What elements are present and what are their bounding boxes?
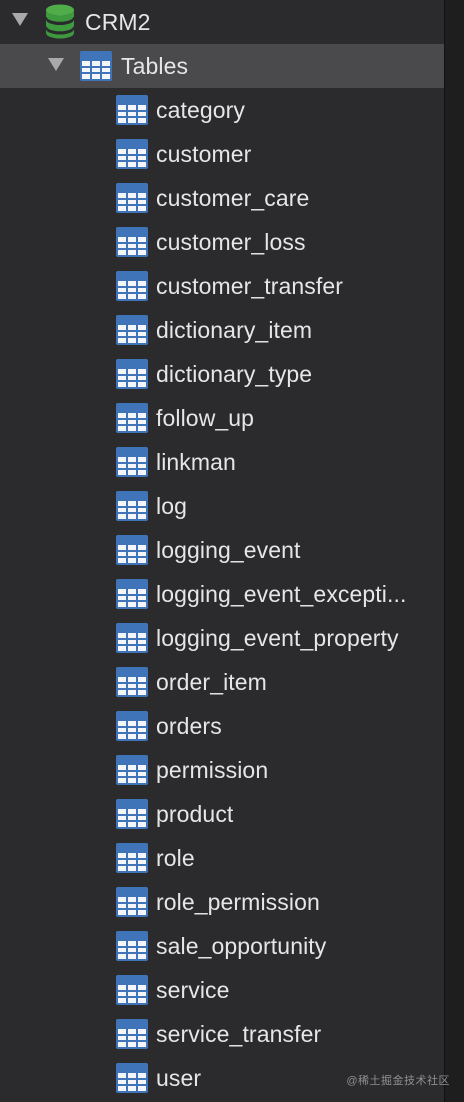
- table-icon: [116, 447, 148, 477]
- table-node[interactable]: customer_care: [0, 176, 444, 220]
- table-node[interactable]: customer_transfer: [0, 264, 444, 308]
- table-node[interactable]: customer: [0, 132, 444, 176]
- table-node[interactable]: follow_up: [0, 396, 444, 440]
- table-node[interactable]: linkman: [0, 440, 444, 484]
- table-icon: [116, 1019, 148, 1049]
- table-icon: [116, 1063, 148, 1093]
- table-node[interactable]: orders: [0, 704, 444, 748]
- table-icon: [116, 271, 148, 301]
- table-icon: [116, 359, 148, 389]
- table-icon: [116, 139, 148, 169]
- table-name: permission: [156, 757, 269, 783]
- disclosure-triangle-icon[interactable]: [12, 13, 28, 26]
- table-name: logging_event_property: [156, 625, 399, 651]
- table-name: customer_loss: [156, 229, 306, 255]
- table-node[interactable]: product: [0, 792, 444, 836]
- table-name: orders: [156, 713, 222, 739]
- table-icon: [116, 535, 148, 565]
- database-name: CRM2: [85, 9, 151, 35]
- table-name: role: [156, 845, 195, 871]
- table-name: sale_opportunity: [156, 933, 327, 959]
- table-icon: [116, 667, 148, 697]
- table-node[interactable]: customer_loss: [0, 220, 444, 264]
- table-icon: [116, 887, 148, 917]
- watermark: @稀土掘金技术社区: [346, 1075, 450, 1087]
- table-icon: [116, 975, 148, 1005]
- table-name: user: [156, 1065, 202, 1091]
- table-node[interactable]: order_item: [0, 660, 444, 704]
- table-icon: [116, 711, 148, 741]
- tables-group-node[interactable]: Tables: [0, 44, 444, 88]
- table-icon: [116, 315, 148, 345]
- table-name: customer_care: [156, 185, 310, 211]
- table-node[interactable]: permission: [0, 748, 444, 792]
- table-name: log: [156, 493, 187, 519]
- table-name: logging_event_excepti...: [156, 581, 407, 607]
- table-name: dictionary_item: [156, 317, 313, 343]
- table-name: logging_event: [156, 537, 301, 563]
- table-icon: [116, 931, 148, 961]
- tables-group-label: Tables: [121, 53, 189, 79]
- table-icon: [116, 623, 148, 653]
- table-name: customer: [156, 141, 252, 167]
- table-icon: [116, 755, 148, 785]
- table-name: role_permission: [156, 889, 320, 915]
- table-name: follow_up: [156, 405, 255, 431]
- table-name: category: [156, 97, 246, 123]
- table-name: dictionary_type: [156, 361, 313, 387]
- table-icon: [116, 491, 148, 521]
- table-node[interactable]: log: [0, 484, 444, 528]
- table-node[interactable]: service_transfer: [0, 1012, 444, 1056]
- table-name: product: [156, 801, 234, 827]
- table-icon: [116, 843, 148, 873]
- database-node-crm2[interactable]: CRM2: [0, 0, 444, 44]
- table-node[interactable]: sale_opportunity: [0, 924, 444, 968]
- table-node[interactable]: logging_event_property: [0, 616, 444, 660]
- editor-pane-edge: [444, 0, 464, 1102]
- table-name: order_item: [156, 669, 267, 695]
- object-tree: CRM2 Tables category customer customer_car…: [0, 0, 444, 1102]
- table-node[interactable]: role_permission: [0, 880, 444, 924]
- table-icon: [116, 579, 148, 609]
- table-name: linkman: [156, 449, 236, 475]
- table-node[interactable]: dictionary_type: [0, 352, 444, 396]
- table-node[interactable]: dictionary_item: [0, 308, 444, 352]
- table-node[interactable]: service: [0, 968, 444, 1012]
- table-icon: [80, 51, 112, 81]
- table-name: customer_transfer: [156, 273, 344, 299]
- table-name: service: [156, 977, 230, 1003]
- database-icon: [45, 4, 75, 39]
- table-node[interactable]: logging_event_excepti...: [0, 572, 444, 616]
- table-icon: [116, 403, 148, 433]
- table-node[interactable]: logging_event: [0, 528, 444, 572]
- table-node[interactable]: category: [0, 88, 444, 132]
- table-node[interactable]: role: [0, 836, 444, 880]
- table-icon: [116, 95, 148, 125]
- table-icon: [116, 227, 148, 257]
- table-icon: [116, 799, 148, 829]
- disclosure-triangle-icon[interactable]: [48, 58, 64, 71]
- table-name: service_transfer: [156, 1021, 322, 1047]
- table-icon: [116, 183, 148, 213]
